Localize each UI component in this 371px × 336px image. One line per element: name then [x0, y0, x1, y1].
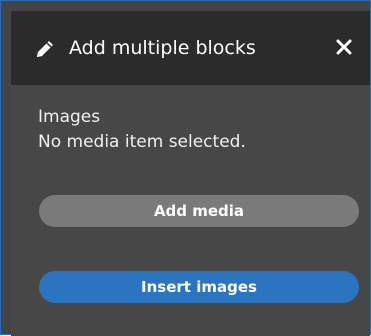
close-button[interactable]: [333, 38, 355, 60]
insert-images-button[interactable]: Insert images: [39, 271, 359, 303]
media-selection-status: No media item selected.: [38, 132, 246, 152]
dialog-body: Images No media item selected. Add media…: [11, 85, 370, 336]
close-icon: [336, 39, 352, 59]
add-media-button[interactable]: Add media: [39, 195, 359, 227]
dialog-header: Add multiple blocks: [11, 11, 370, 85]
dialog: Add multiple blocks Images No media item…: [0, 0, 371, 336]
dialog-title: Add multiple blocks: [69, 37, 256, 59]
pencil-icon: [34, 38, 56, 60]
images-field-label: Images: [38, 107, 101, 127]
